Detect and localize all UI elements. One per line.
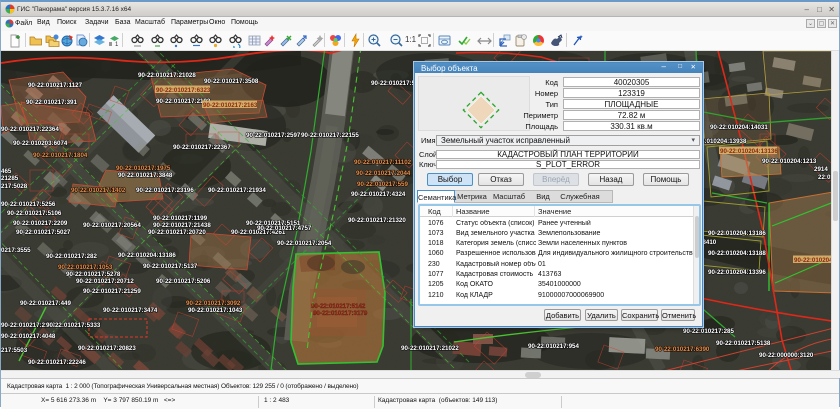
svg-text:90-22:010217:6323: 90-22:010217:6323 <box>156 87 211 94</box>
svg-text:90-22:010217:1975: 90-22:010217:1975 <box>116 165 171 172</box>
svg-text:90-22:010217:6390: 90-22:010217:6390 <box>655 346 710 353</box>
svg-text:90-22:010217:20564: 90-22:010217:20564 <box>83 222 141 229</box>
svg-text:90-22:010217:1402: 90-22:010217:1402 <box>71 187 126 194</box>
svg-text:1: 1 <box>115 42 119 48</box>
svg-text:90-22:010217:285: 90-22:010217:285 <box>683 328 734 335</box>
svg-text:90-22:010217:4324: 90-22:010217:4324 <box>351 191 406 198</box>
svg-text:90-22:010217:21934: 90-22:010217:21934 <box>208 187 266 194</box>
svg-text:90-22:010217:21022: 90-22:010217:21022 <box>401 345 459 352</box>
svg-text:90-22:010217:1127: 90-22:010217:1127 <box>28 82 83 89</box>
svg-text:90-22:010217:22367: 90-22:010217:22367 <box>173 144 231 151</box>
svg-text:90-22:010217:5278: 90-22:010217:5278 <box>66 271 121 278</box>
svg-text:90-22:010217:5333: 90-22:010217:5333 <box>46 322 101 329</box>
svg-text:90-22:010217:23196: 90-22:010217:23196 <box>136 187 194 194</box>
svg-text:90-22:000000:3120: 90-22:000000:3120 <box>759 352 814 359</box>
svg-text:90-22:010217:5027: 90-22:010217:5027 <box>16 229 71 236</box>
svg-text:217:5503: 217:5503 <box>1 347 28 354</box>
svg-text:90-22:010217:21438: 90-22:010217:21438 <box>153 222 211 229</box>
svg-text:90-22:010217:21320: 90-22:010217:21320 <box>348 217 406 224</box>
svg-text:90-22:010217:3092: 90-22:010217:3092 <box>186 300 241 307</box>
svg-text:90-22:010217:5106: 90-22:010217:5106 <box>7 210 62 217</box>
svg-text:90-22:010217:4048: 90-22:010217:4048 <box>1 333 56 340</box>
svg-text:21285: 21285 <box>1 175 19 182</box>
svg-text:90-22:010217:20712: 90-22:010217:20712 <box>76 278 134 285</box>
svg-text:90-22:010204:1213: 90-22:010204:1213 <box>762 158 817 165</box>
svg-text:90-22:010217:21259: 90-22:010217:21259 <box>83 288 141 295</box>
svg-text:90-22:010217:4757: 90-22:010217:4757 <box>257 225 312 232</box>
svg-text:90-22:010217:11102: 90-22:010217:11102 <box>354 159 412 166</box>
svg-text:2914: 2914 <box>814 166 828 173</box>
svg-text:90-22:010217:50: 90-22:010217:50 <box>371 80 419 87</box>
svg-text:90-22:010217:5137: 90-22:010217:5137 <box>143 263 198 270</box>
svg-text:90-22:010217:22155: 90-22:010217:22155 <box>301 132 359 139</box>
svg-text:90-22:010217:22246: 90-22:010217:22246 <box>28 359 86 366</box>
svg-text:90-22:010217:3848: 90-22:010217:3848 <box>118 172 173 179</box>
svg-text:90-22:010204:13186: 90-22:010204:13186 <box>708 230 766 237</box>
svg-text:90-22:010217:21028: 90-22:010217:21028 <box>138 72 196 79</box>
svg-text:90-22:010217:3508: 90-22:010217:3508 <box>204 78 259 85</box>
svg-text:0217:3555: 0217:3555 <box>1 247 31 254</box>
svg-text:217:5028: 217:5028 <box>1 183 28 190</box>
svg-text:90-22:010217:391: 90-22:010217:391 <box>26 99 77 106</box>
svg-text:90-22:010217:3179: 90-22:010217:3179 <box>313 310 368 317</box>
svg-text:90-22:010204:13188: 90-22:010204:13188 <box>708 250 766 257</box>
svg-text:90-22:010217:282: 90-22:010217:282 <box>46 253 97 260</box>
svg-text:90-22:010204: 90-22:010204 <box>794 257 833 264</box>
svg-text:90-22:010217:5138: 90-22:010217:5138 <box>716 340 771 347</box>
svg-text:90-22:010217:1804: 90-22:010217:1804 <box>33 152 88 159</box>
svg-text:90-22:010217:2209: 90-22:010217:2209 <box>13 220 68 227</box>
svg-text:90-22:010217:2597: 90-22:010217:2597 <box>246 132 301 139</box>
svg-text:90-22:010217:1199: 90-22:010217:1199 <box>153 215 208 222</box>
svg-text:90-22:010217:22364: 90-22:010217:22364 <box>1 126 59 133</box>
svg-text:90-22:010217:1043: 90-22:010217:1043 <box>188 307 243 314</box>
svg-text:90-22:010217:5206: 90-22:010217:5206 <box>156 278 211 285</box>
svg-text:90-22:010217:2163: 90-22:010217:2163 <box>203 102 258 109</box>
svg-text:90-22:010217:2054: 90-22:010217:2054 <box>277 240 332 247</box>
svg-text:90-22:010217:20720: 90-22:010217:20720 <box>148 229 206 236</box>
svg-text:90-22:010217:5142: 90-22:010217:5142 <box>311 303 366 310</box>
svg-text:90-22:010204:14031: 90-22:010204:14031 <box>710 124 768 131</box>
svg-text:2:010204:13938: 2:010204:13938 <box>701 138 747 145</box>
svg-text:90-22:010204:13186: 90-22:010204:13186 <box>118 252 176 259</box>
svg-text:90-22:010217:954: 90-22:010217:954 <box>528 343 579 350</box>
svg-text:90-22:010217:559: 90-22:010217:559 <box>357 181 408 188</box>
svg-text:465: 465 <box>1 168 12 175</box>
svg-text:90-22:010217:2044: 90-22:010217:2044 <box>356 170 411 177</box>
svg-text:90-22:010217:20823: 90-22:010217:20823 <box>78 345 136 352</box>
svg-text:90-22:010217:5256: 90-22:010217:5256 <box>1 201 56 208</box>
svg-text:90-22:010204:13396: 90-22:010204:13396 <box>708 269 766 276</box>
svg-text:90-22:010217:3474: 90-22:010217:3474 <box>103 307 158 314</box>
svg-text:90-22:010204:13136: 90-22:010204:13136 <box>720 148 778 155</box>
svg-text:90-22:010203:6074: 90-22:010203:6074 <box>13 140 68 147</box>
svg-text:90-22:010217:449: 90-22:010217:449 <box>20 300 71 307</box>
svg-text:90-22:010217:1053: 90-22:010217:1053 <box>58 264 113 271</box>
